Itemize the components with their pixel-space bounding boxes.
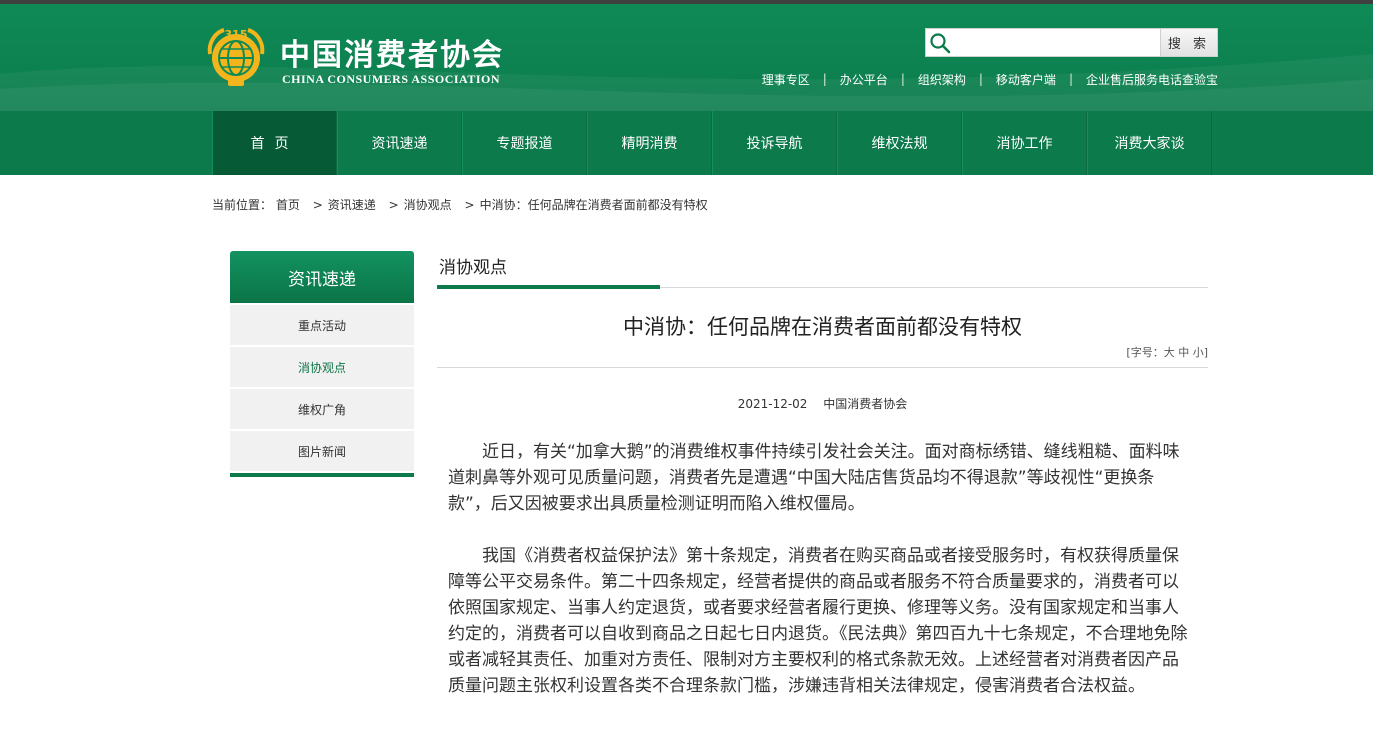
top-link-council[interactable]: 理事专区 (762, 71, 810, 88)
sidebar-item-photo-news[interactable]: 图片新闻 (230, 431, 414, 471)
search-input[interactable] (952, 31, 1160, 54)
nav-item-rights-regulations[interactable]: 维权法规 (837, 111, 962, 175)
font-size-medium[interactable]: 中 (1178, 346, 1189, 359)
separator: | (1068, 72, 1073, 86)
logo-title[interactable]: 中国消费者协会 (280, 30, 504, 74)
logo-badge: 315 (225, 28, 248, 41)
breadcrumb-viewpoints[interactable]: 消协观点 (404, 198, 452, 212)
main-nav: 首页 资讯速递 专题报道 精明消费 投诉导航 维权法规 消协工作 消费大家谈 (0, 111, 1373, 175)
search-button[interactable]: 搜 索 (1160, 29, 1217, 56)
top-link-office[interactable]: 办公平台 (840, 71, 888, 88)
nav-item-association-work[interactable]: 消协工作 (962, 111, 1087, 175)
article-date: 2021-12-02 (737, 397, 808, 411)
article-body: 近日，有关“加拿大鹅”的消费维权事件持续引发社会关注。面对商标绣错、缝线粗糙、面… (448, 439, 1188, 725)
nav-item-home[interactable]: 首页 (212, 111, 337, 175)
separator: | (978, 72, 983, 86)
breadcrumb-news[interactable]: 资讯速递 (328, 198, 376, 212)
logo-subtitle: CHINA CONSUMERS ASSOCIATION (282, 72, 500, 86)
search-box: 搜 索 (925, 28, 1218, 57)
separator: | (822, 72, 827, 86)
search-icon (930, 33, 951, 54)
meta-divider (437, 367, 1208, 368)
article-paragraph: 我国《消费者权益保护法》第十条规定，消费者在购买商品或者接受服务时，有权获得质量… (448, 546, 1188, 696)
breadcrumb-separator: > (388, 198, 399, 212)
font-size-suffix: ] (1203, 346, 1208, 359)
font-size-prefix: [字号： (1126, 346, 1164, 359)
article-panel: 消协观点 中消协：任何品牌在消费者面前都没有特权 [字号：大 中 小] 2021… (437, 251, 1208, 696)
breadcrumb-home[interactable]: 首页 (276, 198, 300, 212)
sidebar-bottom-bar (230, 473, 414, 477)
breadcrumb-prefix: 当前位置： (212, 198, 273, 212)
sidebar-item-key-activities[interactable]: 重点活动 (230, 305, 414, 345)
separator: | (900, 72, 905, 86)
nav-item-complaint-guide[interactable]: 投诉导航 (712, 111, 837, 175)
article-meta: 2021-12-02 中国消费者协会 (437, 395, 1208, 412)
sidebar-item-rights-angle[interactable]: 维权广角 (230, 389, 414, 429)
breadcrumb-separator: > (464, 198, 475, 212)
top-link-service-check[interactable]: 企业售后服务电话查验宝 (1086, 71, 1218, 88)
section-title: 消协观点 (439, 258, 507, 278)
sidebar: 资讯速递 重点活动 消协观点 维权广角 图片新闻 (230, 251, 414, 477)
font-size-large[interactable]: 大 (1164, 346, 1175, 359)
font-size-switcher: [字号：大 中 小] (1126, 344, 1208, 360)
breadcrumb-current[interactable]: 中消协：任何品牌在消费者面前都没有特权 (480, 198, 708, 212)
breadcrumb: 当前位置： 首页 > 资讯速递 > 消协观点 > 中消协：任何品牌在消费者面前都没有特… (212, 196, 708, 213)
breadcrumb-separator: > (312, 198, 323, 212)
sidebar-title: 资讯速递 (230, 251, 414, 303)
nav-item-smart-consumption[interactable]: 精明消费 (587, 111, 712, 175)
site-header: 315 中国消费者协会 CHINA CONSUMERS ASSOCIATION … (0, 4, 1373, 111)
top-link-mobile[interactable]: 移动客户端 (996, 71, 1056, 88)
nav-item-news[interactable]: 资讯速递 (337, 111, 462, 175)
top-link-organization[interactable]: 组织架构 (918, 71, 966, 88)
article-title: 中消协：任何品牌在消费者面前都没有特权 (623, 315, 1022, 339)
article-paragraph: 近日，有关“加拿大鹅”的消费维权事件持续引发社会关注。面对商标绣错、缝线粗糙、面… (448, 442, 1180, 514)
logo-emblem-icon[interactable]: 315 (204, 24, 268, 88)
sidebar-item-viewpoints[interactable]: 消协观点 (230, 347, 414, 387)
top-links: 理事专区 | 办公平台 | 组织架构 | 移动客户端 | 企业售后服务电话查验宝 (762, 70, 1218, 88)
nav-item-special-reports[interactable]: 专题报道 (462, 111, 587, 175)
font-size-small[interactable]: 小 (1193, 346, 1204, 359)
article-source: 中国消费者协会 (823, 397, 908, 411)
nav-item-consumer-talk[interactable]: 消费大家谈 (1087, 111, 1212, 175)
section-divider (437, 285, 1208, 289)
